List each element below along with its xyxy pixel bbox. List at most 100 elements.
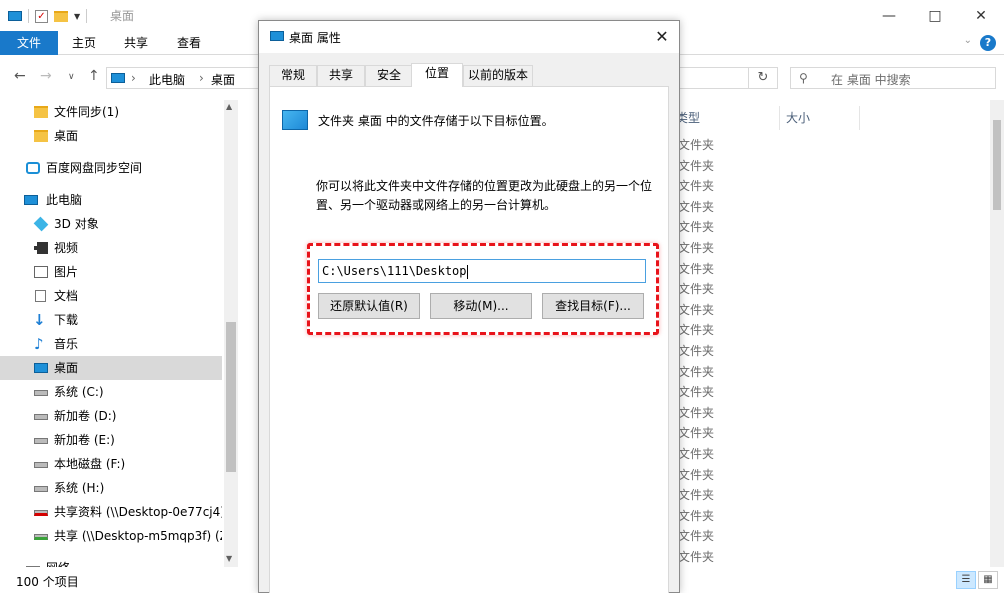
type-cell[interactable]: 文件夹 — [678, 527, 714, 544]
nav-item-this-pc[interactable]: 此电脑 — [0, 188, 222, 212]
nav-item-file-sync[interactable]: 文件同步(1) — [0, 100, 222, 124]
nav-item-documents[interactable]: 文档 — [0, 284, 222, 308]
large-icons-view-icon[interactable]: ▦ — [978, 571, 998, 589]
refresh-button[interactable]: ↻ — [748, 67, 778, 89]
type-cell[interactable]: 文件夹 — [678, 507, 714, 524]
scroll-up-arrow-icon[interactable]: ▲ — [226, 102, 232, 111]
forward-arrow-icon[interactable]: → — [40, 68, 52, 84]
nav-item-baidu-sync[interactable]: 百度网盘同步空间 — [0, 156, 222, 180]
search-box[interactable]: ⚲ 在 桌面 中搜索 — [790, 67, 996, 89]
location-description: 你可以将此文件夹中文件存储的位置更改为此硬盘上的另一个位置、另一个驱动器或网络上… — [316, 179, 653, 212]
folder-icon — [34, 130, 48, 142]
type-cell[interactable]: 文件夹 — [678, 218, 714, 235]
quick-access-toolbar: ✓ ▼ — [8, 6, 88, 26]
type-cell[interactable]: 文件夹 — [678, 383, 714, 400]
nav-item-desktop-folder[interactable]: 桌面 — [0, 124, 222, 148]
type-cell[interactable]: 文件夹 — [678, 548, 714, 565]
tab-sharing[interactable]: 共享 — [317, 65, 365, 86]
type-cell[interactable]: 文件夹 — [678, 280, 714, 297]
nav-item-shared-data[interactable]: 共享资料 (\\Desktop-0e77cj4) — [0, 500, 222, 524]
type-cell[interactable]: 文件夹 — [678, 177, 714, 194]
type-cell[interactable]: 文件夹 — [678, 301, 714, 318]
close-button[interactable]: ✕ — [958, 0, 1004, 31]
window-title: 桌面 — [110, 9, 135, 23]
drive-icon — [34, 414, 48, 420]
breadcrumb-desktop[interactable]: 桌面 — [211, 71, 235, 88]
nav-item-drive-e[interactable]: 新加卷 (E:) — [0, 428, 222, 452]
divider — [86, 9, 88, 23]
tab-general[interactable]: 常规 — [269, 65, 317, 86]
computer-icon — [111, 73, 125, 83]
tab-file[interactable]: 文件 — [0, 31, 58, 55]
nav-item-drive-c[interactable]: 系统 (C:) — [0, 380, 222, 404]
type-cell[interactable]: 文件夹 — [678, 198, 714, 215]
type-cell[interactable]: 文件夹 — [678, 424, 714, 441]
type-cell[interactable]: 文件夹 — [678, 363, 714, 380]
pictures-icon — [34, 266, 48, 278]
type-cell[interactable]: 文件夹 — [678, 239, 714, 256]
folder-icon — [34, 106, 48, 118]
breadcrumb-this-pc[interactable]: 此电脑 — [149, 71, 185, 88]
search-placeholder: 在 桌面 中搜索 — [831, 73, 911, 87]
scrollbar-thumb[interactable] — [993, 120, 1001, 210]
tab-location[interactable]: 位置 — [411, 63, 463, 87]
dialog-tabs: 常规 共享 安全 位置 以前的版本 — [269, 63, 671, 87]
up-arrow-icon[interactable]: ↑ — [88, 68, 100, 84]
chevron-down-icon[interactable]: ▼ — [74, 12, 80, 21]
download-arrow-icon: ↓ — [33, 311, 46, 329]
nav-item-drive-d[interactable]: 新加卷 (D:) — [0, 404, 222, 428]
new-folder-icon[interactable] — [54, 10, 68, 22]
nav-item-desktop[interactable]: 桌面 — [0, 356, 222, 380]
tab-view[interactable]: 查看 — [163, 31, 215, 55]
tab-home[interactable]: 主页 — [58, 31, 110, 55]
nav-item-shared-z[interactable]: 共享 (\\Desktop-m5mqp3f) (Z — [0, 524, 222, 548]
nav-item-drive-h[interactable]: 系统 (H:) — [0, 476, 222, 500]
tab-security[interactable]: 安全 — [365, 65, 413, 86]
item-count: 100 个项目 — [16, 575, 79, 589]
properties-check-icon[interactable]: ✓ — [35, 9, 48, 23]
type-cell[interactable]: 文件夹 — [678, 321, 714, 338]
help-icon[interactable]: ? — [980, 35, 996, 51]
type-cell[interactable]: 文件夹 — [678, 157, 714, 174]
type-cell[interactable]: 文件夹 — [678, 486, 714, 503]
maximize-button[interactable]: □ — [912, 0, 958, 31]
recent-locations-chevron-icon[interactable]: ∨ — [68, 72, 75, 82]
file-list-scrollbar[interactable] — [990, 100, 1004, 567]
drive-icon — [34, 390, 48, 396]
breadcrumb-separator-icon: › — [199, 71, 204, 85]
type-cell[interactable]: 文件夹 — [678, 342, 714, 359]
nav-item-network[interactable]: 网络 — [0, 556, 222, 567]
nav-item-3d-objects[interactable]: 3D 对象 — [0, 212, 222, 236]
nav-item-downloads[interactable]: ↓ 下载 — [0, 308, 222, 332]
video-icon — [34, 242, 48, 254]
dialog-title: 桌面 属性 — [289, 31, 341, 45]
music-note-icon: ♪ — [34, 335, 44, 353]
scrollbar-thumb[interactable] — [226, 322, 236, 472]
type-cell[interactable]: 文件夹 — [678, 260, 714, 277]
dialog-close-button[interactable]: ✕ — [649, 25, 675, 49]
back-arrow-icon[interactable]: ← — [14, 68, 26, 84]
tab-previous-versions[interactable]: 以前的版本 — [463, 65, 533, 86]
drive-icon — [34, 462, 48, 468]
nav-item-music[interactable]: ♪ 音乐 — [0, 332, 222, 356]
column-header-type[interactable]: 类型 — [672, 106, 780, 130]
type-cell[interactable]: 文件夹 — [678, 445, 714, 462]
3d-objects-icon — [33, 216, 49, 232]
drive-icon — [34, 438, 48, 444]
drive-icon — [34, 486, 48, 492]
expand-ribbon-chevron-icon[interactable]: ⌄ — [964, 35, 972, 46]
scroll-down-arrow-icon[interactable]: ▼ — [226, 554, 232, 563]
network-drive-icon — [34, 534, 48, 540]
type-cell[interactable]: 文件夹 — [678, 404, 714, 421]
minimize-button[interactable]: — — [866, 0, 912, 31]
details-view-icon[interactable]: ☰ — [956, 571, 976, 589]
column-header-size[interactable]: 大小 — [780, 106, 860, 130]
highlight-annotation-box — [307, 243, 659, 335]
nav-pane-scrollbar[interactable]: ▲ ▼ — [224, 100, 238, 567]
nav-item-videos[interactable]: 视频 — [0, 236, 222, 260]
nav-item-pictures[interactable]: 图片 — [0, 260, 222, 284]
type-cell[interactable]: 文件夹 — [678, 466, 714, 483]
type-cell[interactable]: 文件夹 — [678, 136, 714, 153]
nav-item-drive-f[interactable]: 本地磁盘 (F:) — [0, 452, 222, 476]
tab-share[interactable]: 共享 — [110, 31, 162, 55]
